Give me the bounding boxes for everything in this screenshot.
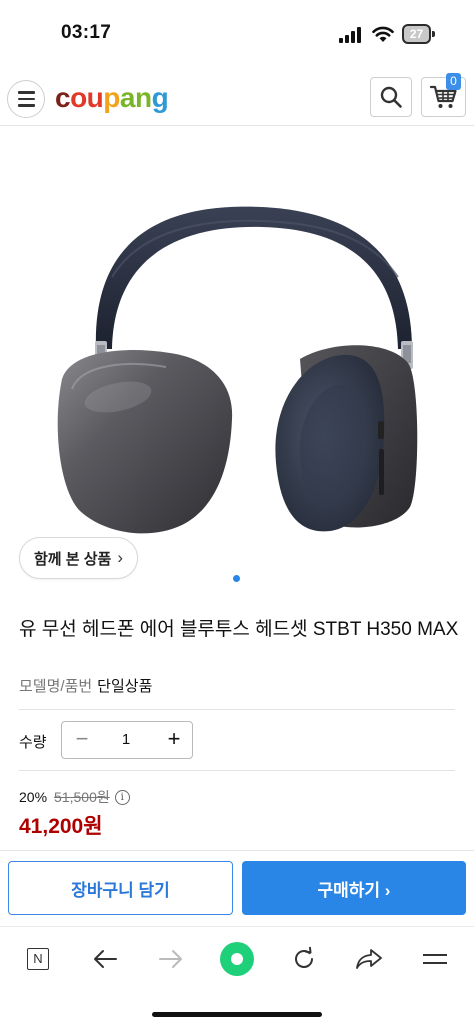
original-price: 51,500원 — [54, 789, 110, 805]
home-indicator[interactable] — [152, 1012, 322, 1017]
home-icon — [220, 942, 254, 976]
buy-now-button[interactable]: 구매하기 › — [242, 861, 466, 915]
search-icon — [380, 86, 402, 108]
related-products-button[interactable]: 함께 본 상품 › — [19, 537, 139, 579]
cart-count-badge: 0 — [446, 73, 461, 90]
divider — [19, 709, 455, 710]
battery-level: 27 — [404, 26, 429, 42]
cart-button[interactable]: 0 — [421, 73, 466, 117]
search-button[interactable] — [370, 77, 412, 117]
quantity-stepper: − 1 + — [61, 721, 193, 759]
share-button[interactable] — [349, 939, 389, 979]
site-header: coupang 0 — [0, 70, 474, 126]
coupang-logo[interactable]: coupang — [55, 82, 169, 114]
back-button[interactable] — [85, 939, 125, 979]
increase-quantity-button[interactable]: + — [162, 722, 186, 758]
related-products-label: 함께 본 상품 — [34, 550, 112, 568]
home-button[interactable] — [217, 939, 257, 979]
menu-button[interactable] — [7, 80, 45, 118]
model-label: 모델명/품번 — [19, 678, 93, 695]
quantity-label: 수량 — [19, 734, 47, 751]
back-icon — [94, 950, 117, 968]
price-row: 20% 51,500원 i — [19, 787, 130, 807]
tabs-button[interactable]: N — [18, 939, 58, 979]
forward-button[interactable] — [151, 939, 191, 979]
browser-toolbar: N — [0, 926, 474, 994]
tab-icon: N — [27, 948, 49, 970]
sale-price: 41,200원 — [19, 815, 103, 838]
wifi-icon — [372, 26, 394, 42]
info-icon[interactable]: i — [114, 789, 130, 805]
share-icon — [356, 949, 382, 969]
gallery-page-indicator — [233, 575, 240, 582]
discount-rate: 20% — [19, 789, 48, 805]
chevron-right-icon: › — [117, 548, 124, 567]
quantity-value[interactable]: 1 — [108, 722, 144, 758]
add-to-cart-button[interactable]: 장바구니 담기 — [8, 861, 233, 915]
signal-icon — [339, 27, 361, 43]
browser-menu-button[interactable] — [415, 939, 455, 979]
product-image[interactable] — [0, 127, 474, 597]
decrease-quantity-button[interactable]: − — [70, 722, 94, 758]
battery-icon: 27 — [402, 24, 435, 44]
model-row: 모델명/품번 단일상품 — [19, 675, 152, 696]
status-bar: 03:17 27 — [0, 0, 474, 70]
refresh-icon — [295, 946, 313, 968]
model-value: 단일상품 — [97, 678, 153, 695]
menu-icon — [423, 954, 447, 964]
forward-icon — [159, 950, 182, 968]
purchase-action-bar: 장바구니 담기 구매하기 › — [0, 850, 474, 926]
refresh-button[interactable] — [284, 939, 324, 979]
product-title: 유 무선 헤드폰 에어 블루투스 헤드셋 STBT H350 MAX — [19, 619, 459, 640]
divider — [19, 770, 455, 771]
status-time: 03:17 — [61, 22, 112, 43]
